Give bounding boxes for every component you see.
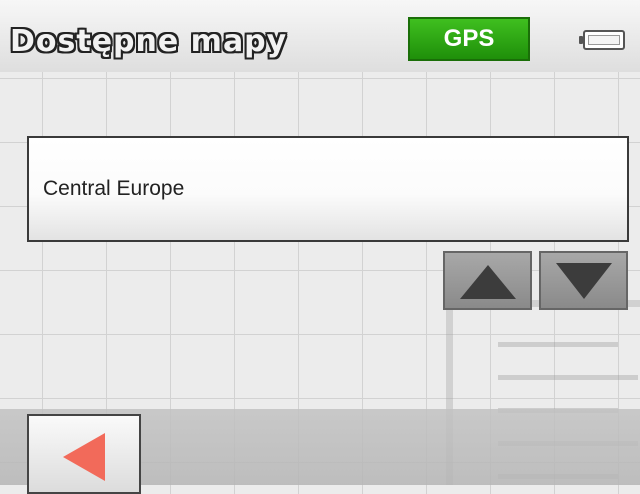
- top-bar: Dostępne mapy GPS: [0, 0, 640, 72]
- triangle-down-icon: [555, 262, 612, 299]
- battery-icon: [579, 30, 625, 50]
- map-list-item[interactable]: Central Europe: [27, 136, 629, 242]
- scroll-up-button[interactable]: [443, 251, 532, 310]
- triangle-left-icon: [63, 433, 105, 481]
- triangle-up-icon: [459, 264, 516, 299]
- back-button[interactable]: [27, 414, 141, 494]
- scroll-down-button[interactable]: [539, 251, 628, 310]
- map-list-item-label: Central Europe: [43, 177, 185, 200]
- gps-status-button[interactable]: GPS: [408, 17, 530, 61]
- page-title: Dostępne mapy: [10, 24, 288, 59]
